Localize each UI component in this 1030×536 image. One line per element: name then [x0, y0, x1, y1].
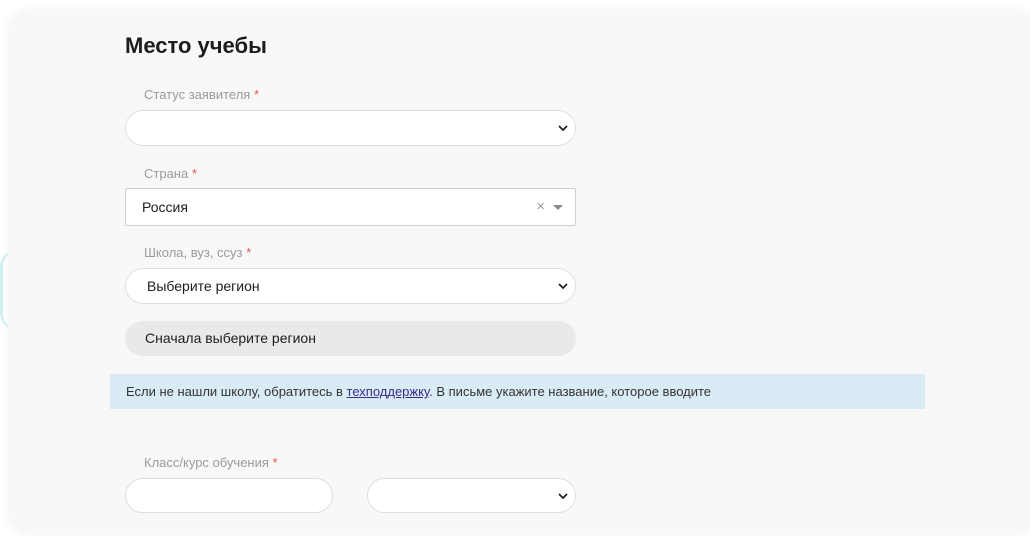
- school-disabled-text: Сначала выберите регион: [145, 330, 316, 346]
- info-text: Если не нашли школу, обратитесь в техпод…: [126, 374, 711, 409]
- chevron-down-icon: [558, 125, 568, 132]
- caret-down-icon[interactable]: [553, 205, 563, 210]
- info-text-before: Если не нашли школу, обратитесь в: [126, 384, 347, 399]
- grade-label-text: Класс/курс обучения: [144, 455, 269, 470]
- region-select[interactable]: Выберите регион: [125, 268, 576, 304]
- required-mark: *: [191, 166, 197, 181]
- chevron-down-icon: [558, 493, 568, 500]
- region-select-value: Выберите регион: [147, 278, 260, 294]
- country-select-value: Россия: [142, 199, 188, 215]
- support-link[interactable]: техподдержку: [347, 384, 430, 399]
- grade-input[interactable]: [125, 478, 333, 513]
- required-mark: *: [272, 455, 278, 470]
- status-select[interactable]: [125, 110, 576, 146]
- required-mark: *: [246, 245, 252, 260]
- info-text-after: . В письме укажите название, которое вво…: [429, 384, 712, 399]
- section-title: Место учебы: [125, 33, 267, 58]
- grade-label: Класс/курс обучения *: [144, 455, 278, 470]
- required-mark: *: [253, 87, 260, 102]
- country-label-text: Страна: [144, 166, 189, 181]
- clear-icon[interactable]: ×: [536, 199, 545, 215]
- school-select-disabled: Сначала выберите регион: [125, 321, 576, 356]
- country-select[interactable]: Россия ×: [125, 188, 576, 226]
- status-label-text: Статус заявителя: [144, 87, 251, 102]
- school-label: Школа, вуз, ссуз *: [144, 245, 251, 260]
- status-label: Статус заявителя *: [144, 87, 259, 102]
- country-label: Страна *: [144, 166, 197, 181]
- chevron-down-icon: [558, 283, 568, 290]
- school-label-text: Школа, вуз, ссуз: [144, 245, 243, 260]
- info-banner: Если не нашли школу, обратитесь в техпод…: [110, 374, 925, 409]
- grade-select[interactable]: [367, 478, 576, 513]
